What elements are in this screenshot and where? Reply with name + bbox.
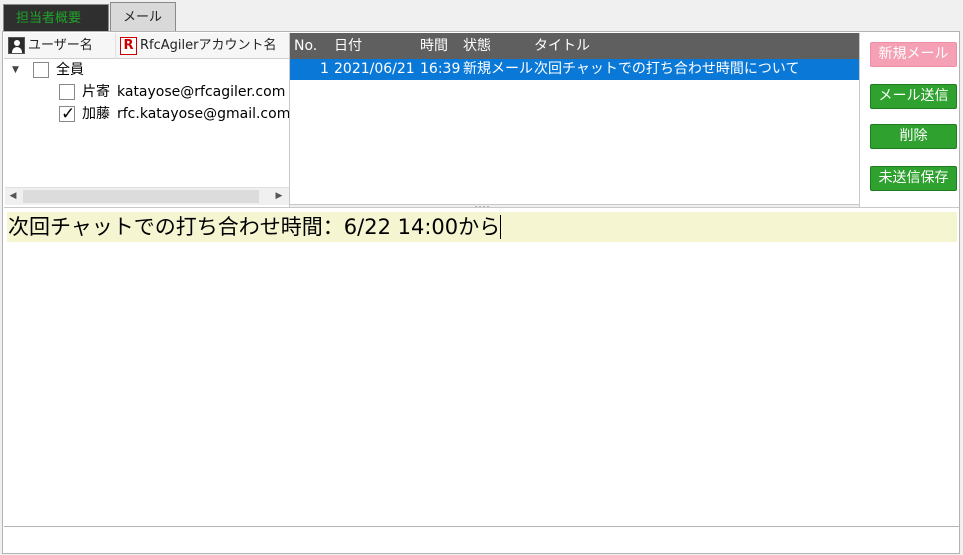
- mail-no: 1: [320, 61, 329, 77]
- mail-panel: ユーザー名 R RfcAgilerアカウント名 ▼ 全員 片寄 katayose…: [2, 31, 960, 554]
- save-unsent-button[interactable]: 未送信保存: [870, 166, 957, 191]
- member-checkbox-kato[interactable]: [59, 103, 75, 125]
- rfcagiler-logo-icon: R: [120, 37, 137, 55]
- user-tree-header: ユーザー名 R RfcAgilerアカウント名: [4, 33, 289, 59]
- new-mail-button[interactable]: 新規メール: [870, 42, 957, 67]
- scroll-right-arrow-icon[interactable]: ▶: [271, 188, 287, 205]
- member-name: 加藤: [82, 106, 110, 122]
- member-name: 片寄: [82, 84, 110, 100]
- column-header-account-label: RfcAgilerアカウント名: [140, 38, 277, 53]
- column-header-date[interactable]: 日付: [334, 33, 362, 59]
- mail-body-editor[interactable]: 次回チャットでの打ち合わせ時間：6/22 14:00から: [4, 207, 959, 525]
- group-all-checkbox[interactable]: [33, 62, 49, 78]
- tab-bar: 担当者概要 メール: [0, 0, 963, 31]
- mail-date: 2021/06/21: [334, 61, 415, 77]
- tree-member-row: 片寄 katayose@rfcagiler.com: [4, 81, 289, 103]
- tree-group-all: ▼ 全員: [4, 59, 289, 81]
- delete-button[interactable]: 削除: [870, 124, 957, 149]
- mail-title: 次回チャットでの打ち合わせ時間について: [534, 61, 800, 77]
- send-mail-button[interactable]: メール送信: [870, 84, 957, 109]
- tree-member-row: 加藤 rfc.katayose@gmail.com: [4, 103, 289, 125]
- status-bar: [4, 526, 959, 553]
- mail-row[interactable]: 1 2021/06/21 16:39 新規メール 次回チャットでの打ち合わせ時間…: [290, 59, 859, 80]
- user-icon: [8, 37, 25, 54]
- tab-mail[interactable]: メール: [110, 2, 176, 31]
- column-header-title[interactable]: タイトル: [534, 33, 590, 59]
- mail-list-header: No. 日付 時間 状態 タイトル: [290, 33, 859, 59]
- column-header-username[interactable]: ユーザー名: [6, 33, 116, 59]
- tab-person-summary[interactable]: 担当者概要: [3, 4, 109, 31]
- group-all-label: 全員: [56, 62, 84, 78]
- member-checkbox-katayose[interactable]: [59, 84, 75, 100]
- scrollbar-thumb[interactable]: [23, 190, 259, 203]
- editor-text: 次回チャットでの打ち合わせ時間：6/22 14:00から: [8, 215, 501, 239]
- member-account: katayose@rfcagiler.com: [117, 84, 286, 100]
- user-tree-pane: ユーザー名 R RfcAgilerアカウント名 ▼ 全員 片寄 katayose…: [4, 33, 290, 236]
- member-account: rfc.katayose@gmail.com: [117, 106, 290, 122]
- text-caret: [500, 215, 502, 239]
- user-tree-horizontal-scrollbar[interactable]: ◀ ▶: [5, 187, 289, 205]
- mail-list: No. 日付 時間 状態 タイトル 1 2021/06/21 16:39 新規メ…: [290, 33, 860, 205]
- column-header-no[interactable]: No.: [294, 33, 317, 59]
- column-header-username-label: ユーザー名: [28, 38, 93, 53]
- editor-current-line[interactable]: 次回チャットでの打ち合わせ時間：6/22 14:00から: [7, 212, 957, 242]
- column-header-status[interactable]: 状態: [463, 33, 491, 59]
- column-header-time[interactable]: 時間: [420, 33, 448, 59]
- expand-triangle-icon[interactable]: ▼: [12, 59, 19, 81]
- scroll-left-arrow-icon[interactable]: ◀: [5, 188, 21, 205]
- mail-time: 16:39: [420, 61, 461, 77]
- column-header-account[interactable]: R RfcAgilerアカウント名: [118, 33, 289, 59]
- mail-status: 新規メール: [463, 61, 533, 77]
